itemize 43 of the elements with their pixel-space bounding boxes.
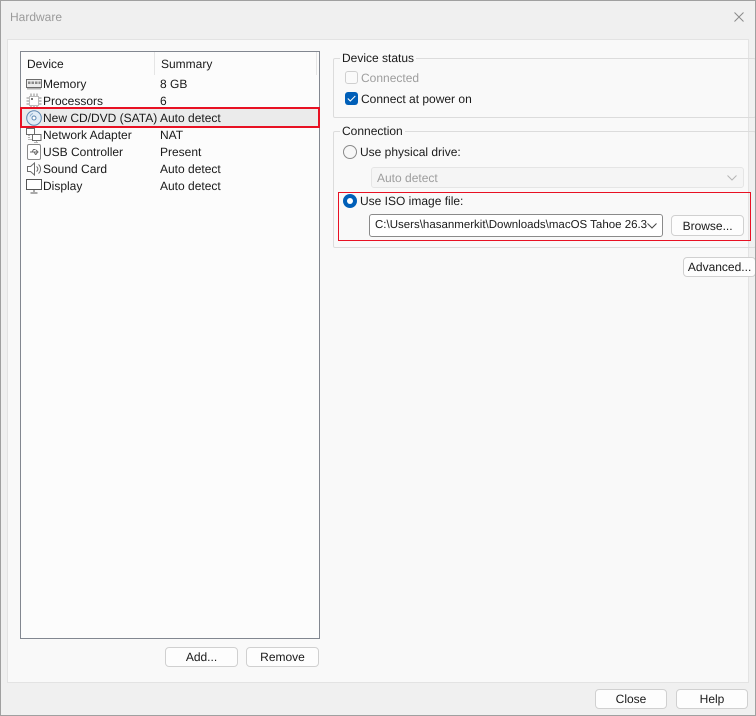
close-dialog-button[interactable]: Close	[595, 689, 667, 709]
device-row[interactable]: Processors 6	[22, 92, 318, 109]
column-header[interactable]: Summary	[155, 52, 317, 75]
monitor-icon	[26, 178, 42, 194]
device-summary: Auto detect	[159, 110, 221, 126]
device-name: Sound Card	[43, 160, 108, 178]
device-summary: 6	[159, 92, 167, 110]
device-name: Memory	[43, 76, 86, 92]
path-combobox[interactable]: C:\Users\hasanmerkit\Downloads\macOS Tahoe 26.3	[369, 214, 664, 237]
browse-button[interactable]: Browse...	[671, 215, 744, 236]
device-row[interactable]: USB Controller Present	[22, 143, 318, 160]
device-row[interactable]: Memory 8 GB	[22, 75, 318, 92]
radio-option[interactable]: Use ISO image file:	[343, 193, 464, 209]
group-title: Connection	[341, 123, 404, 140]
column-header[interactable]: Device	[21, 52, 155, 75]
device-summary: 8 GB	[159, 76, 188, 92]
device-row[interactable]: New CD/DVD (SATA) Auto detect	[22, 109, 318, 126]
add-button[interactable]: Add...	[165, 647, 238, 667]
device-row[interactable]: Network Adapter NAT	[22, 126, 318, 143]
device-name: Processors	[43, 92, 104, 110]
device-summary: Auto detect	[159, 160, 221, 178]
device-row[interactable]: Sound Card Auto detect	[22, 160, 318, 177]
radio-option[interactable]: Use physical drive:	[343, 144, 461, 160]
chevron-down-icon	[647, 222, 658, 228]
close-icon	[734, 12, 744, 22]
device-summary: NAT	[159, 126, 184, 144]
window-title: Hardware	[10, 9, 62, 25]
chevron-down-icon	[727, 174, 738, 180]
advanced-button[interactable]: Advanced...	[683, 257, 755, 277]
speaker-icon	[26, 160, 42, 176]
device-name: USB Controller	[43, 144, 124, 160]
device-summary: Present	[159, 144, 202, 160]
help-button[interactable]: Help	[676, 689, 748, 709]
device-name: New CD/DVD (SATA)	[43, 110, 158, 126]
device-name: Network Adapter	[43, 126, 132, 144]
group-title: Device status	[341, 50, 416, 67]
remove-button[interactable]: Remove	[246, 647, 319, 667]
device-name: Display	[43, 178, 82, 194]
network-computers-icon	[26, 126, 42, 142]
device-summary: Auto detect	[159, 178, 221, 194]
checkbox-option[interactable]: Connect at power on	[345, 88, 744, 109]
device-row[interactable]: Display Auto detect	[22, 177, 318, 194]
disc-icon	[26, 110, 42, 126]
